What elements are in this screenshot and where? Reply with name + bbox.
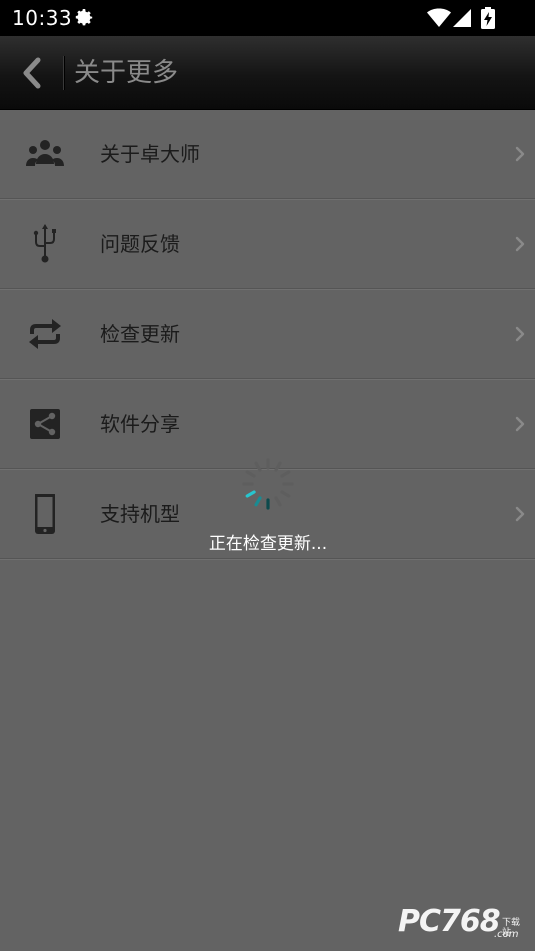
settings-icon bbox=[75, 9, 93, 26]
chevron-right-icon bbox=[515, 416, 525, 432]
loading-spinner-icon bbox=[242, 458, 294, 510]
menu-item-label: 检查更新 bbox=[100, 322, 180, 346]
menu-item-about[interactable]: 关于卓大师 bbox=[0, 110, 535, 199]
watermark-domain: .com bbox=[494, 929, 519, 940]
status-time: 10:33 bbox=[12, 6, 73, 30]
menu-item-feedback[interactable]: 问题反馈 bbox=[0, 200, 535, 289]
menu-item-label: 问题反馈 bbox=[100, 232, 180, 256]
loading-dialog: 正在检查更新... bbox=[188, 448, 348, 568]
menu-item-check-update[interactable]: 检查更新 bbox=[0, 290, 535, 379]
chevron-right-icon bbox=[515, 236, 525, 252]
status-bar: 10:33 bbox=[0, 0, 535, 36]
chevron-right-icon bbox=[515, 146, 525, 162]
back-chevron-icon[interactable] bbox=[16, 54, 50, 92]
phone-icon bbox=[35, 494, 55, 534]
battery-charging-icon bbox=[481, 7, 495, 29]
share-icon bbox=[30, 409, 60, 439]
chevron-right-icon bbox=[515, 506, 525, 522]
chevron-right-icon bbox=[515, 326, 525, 342]
signal-icon bbox=[453, 9, 471, 27]
menu-item-label: 支持机型 bbox=[100, 502, 180, 526]
watermark-logo: PC768 下载站 .com bbox=[398, 905, 528, 945]
sync-icon bbox=[29, 319, 61, 349]
app-header: 关于更多 bbox=[0, 36, 535, 110]
header-divider bbox=[63, 56, 64, 90]
group-icon bbox=[26, 140, 64, 166]
usb-icon bbox=[33, 224, 56, 263]
menu-item-label: 软件分享 bbox=[100, 412, 180, 436]
loading-message: 正在检查更新... bbox=[208, 534, 328, 554]
page-title: 关于更多 bbox=[74, 58, 179, 88]
wifi-icon bbox=[427, 8, 451, 27]
menu-item-label: 关于卓大师 bbox=[100, 142, 200, 166]
watermark-brand: PC768 bbox=[398, 904, 501, 939]
